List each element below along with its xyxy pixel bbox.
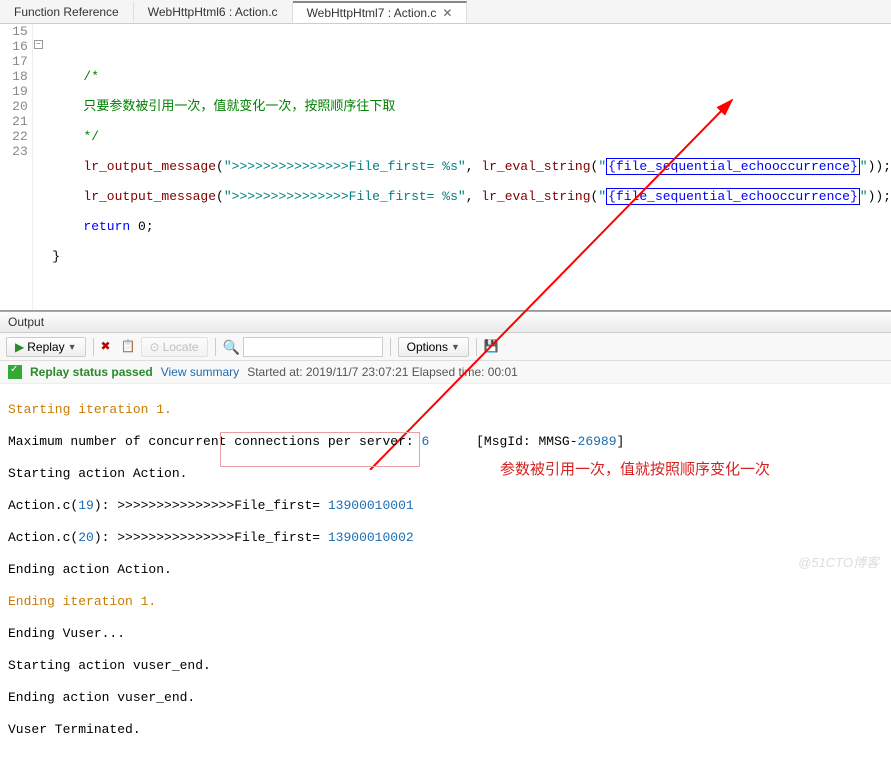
options-label: Options [407,340,448,354]
watermark: @51CTO博客 [798,552,879,571]
options-dropdown[interactable]: Options▼ [398,337,469,357]
fold-collapse-icon[interactable]: − [34,40,43,49]
replay-label: Replay [27,340,64,354]
tab-action-6[interactable]: WebHttpHtml6 : Action.c [134,2,293,22]
line-gutter: 151617181920212223 [0,24,33,310]
locate-label: Locate [163,340,199,354]
tab-label: WebHttpHtml7 : Action.c [307,6,437,20]
code-area[interactable]: /* 只要参数被引用一次，值就变化一次，按照顺序往下取 */ lr_output… [46,24,891,310]
locate-button[interactable]: ⊙Locate [141,337,208,357]
status-bar: Replay status passed View summary Starte… [0,361,891,384]
tab-label: WebHttpHtml6 : Action.c [148,5,278,19]
output-toolbar: ▶Replay▼ ✖ 📋 ⊙Locate 🔍 Options▼ 💾 [0,333,891,361]
console-output: Starting iteration 1. Maximum number of … [0,384,891,772]
tab-function-reference[interactable]: Function Reference [0,2,134,22]
code-editor[interactable]: 151617181920212223 − /* 只要参数被引用一次，值就变化一次… [0,24,891,311]
status-text: Replay status passed [30,365,153,379]
search-input[interactable] [243,337,383,357]
target-icon: ⊙ [150,340,160,354]
tab-label: Function Reference [14,5,119,19]
started-text: Started at: 2019/11/7 23:07:21 Elapsed t… [247,365,518,379]
tab-bar: Function Reference WebHttpHtml6 : Action… [0,0,891,24]
play-icon: ▶ [15,340,24,354]
notepad-icon[interactable]: 📋 [121,339,137,355]
replay-dropdown[interactable]: ▶Replay ▼ [6,337,86,357]
save-icon[interactable]: 💾 [484,339,500,355]
fold-column: − [33,24,46,310]
annotation-text: 参数被引用一次，值就按照顺序变化一次 [500,458,770,479]
tab-action-7[interactable]: WebHttpHtml7 : Action.c ✕ [293,1,468,23]
delete-icon[interactable]: ✖ [101,339,117,355]
check-icon [8,365,22,379]
chevron-down-icon: ▼ [451,342,460,352]
result-highlight-box [220,432,420,467]
chevron-down-icon: ▼ [68,342,77,352]
search-icon[interactable]: 🔍 [223,339,239,355]
view-summary-link[interactable]: View summary [161,365,239,379]
close-icon[interactable]: ✕ [442,6,452,20]
